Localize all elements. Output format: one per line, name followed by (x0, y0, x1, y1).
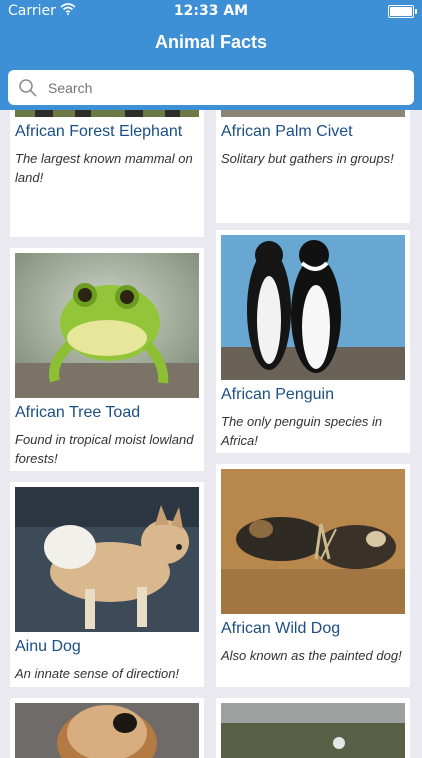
animal-card-wild-dog[interactable]: African Wild Dog Also known as the paint… (216, 464, 410, 687)
animal-fact: Solitary but gathers in groups! (221, 151, 394, 166)
animal-fact: Also known as the painted dog! (221, 648, 402, 663)
search-icon (18, 78, 38, 98)
animal-name: African Tree Toad (15, 404, 141, 421)
animal-fact: The only penguin species in Africa! (221, 414, 383, 448)
animal-name: African Forest Elephant (15, 123, 183, 140)
tree-toad-photo (15, 253, 199, 398)
search-input[interactable] (46, 78, 390, 97)
animal-name: African Wild Dog (221, 620, 341, 637)
status-time: 12:33 AM (173, 3, 249, 19)
animal-card-partial-left[interactable] (10, 698, 204, 758)
animal-card-penguin[interactable]: African Penguin The only penguin species… (216, 230, 410, 453)
animal-fact: Found in tropical moist lowland forests! (15, 432, 194, 466)
search-bar[interactable] (8, 70, 414, 105)
animal-name: African Penguin (221, 386, 334, 403)
animal-card-ainu-dog[interactable]: Ainu Dog An innate sense of direction! (10, 482, 204, 687)
ainu-dog-photo (15, 487, 199, 632)
status-bar: Carrier 12:33 AM (0, 0, 422, 22)
wild-dog-photo (221, 469, 405, 614)
animal-fact: The largest known mammal on land! (15, 151, 193, 185)
animal-card-partial-right[interactable] (216, 698, 410, 758)
page-title: Animal Facts (154, 32, 268, 52)
battery-icon (388, 5, 417, 18)
animal-grid[interactable]: African Forest Elephant The largest know… (0, 0, 422, 758)
animal-name: Ainu Dog (15, 638, 81, 655)
animal-card-tree-toad[interactable]: African Tree Toad Found in tropical mois… (10, 248, 204, 471)
navigation-header: Carrier 12:33 AM Animal Facts (0, 0, 422, 110)
penguin-photo (221, 235, 405, 380)
animal-fact: An innate sense of direction! (15, 666, 180, 681)
animal-name: African Palm Civet (221, 123, 353, 140)
